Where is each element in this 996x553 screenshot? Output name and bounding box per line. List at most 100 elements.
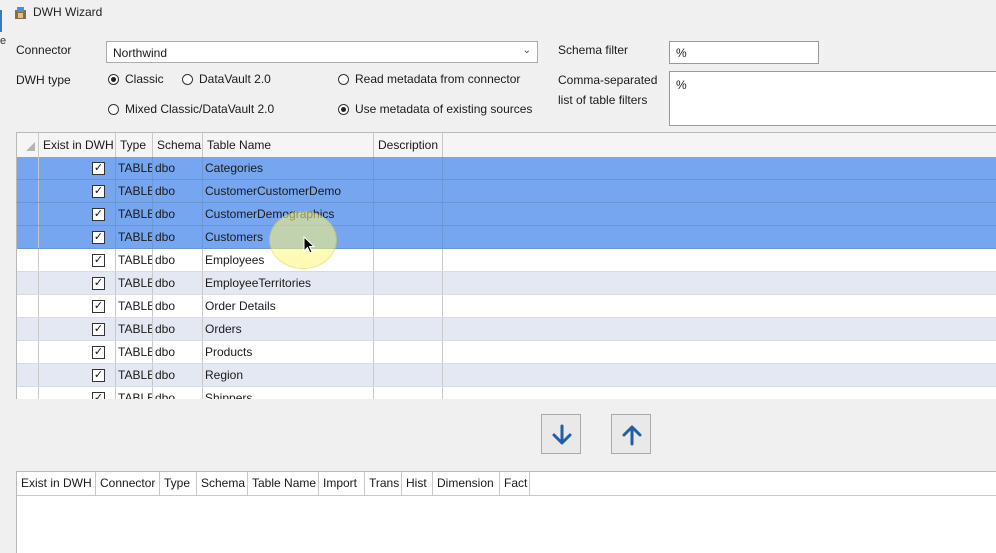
- row-header[interactable]: [17, 272, 39, 295]
- table-row[interactable]: ✓ TABLE dbo CustomerDemographics: [17, 203, 996, 226]
- schema-cell: dbo: [153, 157, 203, 180]
- table-row[interactable]: ✓ TABLE dbo Order Details: [17, 295, 996, 318]
- exist-cell[interactable]: ✓: [39, 387, 116, 399]
- description-cell[interactable]: [374, 249, 443, 272]
- exist-cell[interactable]: ✓: [39, 157, 116, 180]
- description-cell[interactable]: [374, 203, 443, 226]
- radio-read-metadata[interactable]: Read metadata from connector: [338, 72, 520, 86]
- row-header[interactable]: [17, 387, 39, 399]
- description-cell[interactable]: [374, 364, 443, 387]
- row-header[interactable]: [17, 180, 39, 203]
- col-import[interactable]: Import: [319, 472, 365, 495]
- row-header[interactable]: [17, 295, 39, 318]
- checkbox-checked[interactable]: ✓: [92, 162, 105, 175]
- col-type[interactable]: Type: [160, 472, 197, 495]
- table-row[interactable]: ✓ TABLE dbo Categories: [17, 157, 996, 180]
- table-row[interactable]: ✓ TABLE dbo Products: [17, 341, 996, 364]
- col-description[interactable]: Description: [374, 133, 443, 157]
- schema-cell: dbo: [153, 249, 203, 272]
- description-cell[interactable]: [374, 295, 443, 318]
- move-down-button[interactable]: [541, 414, 581, 454]
- dwh-tables-grid[interactable]: Exist in DWH Connector Type Schema Table…: [16, 471, 996, 553]
- exist-cell[interactable]: ✓: [39, 341, 116, 364]
- checkbox-checked[interactable]: ✓: [92, 208, 105, 221]
- col-fact[interactable]: Fact: [500, 472, 530, 495]
- table-filters-input[interactable]: %: [669, 71, 996, 126]
- row-header[interactable]: [17, 157, 39, 180]
- col-trans[interactable]: Trans: [365, 472, 402, 495]
- row-header[interactable]: [17, 341, 39, 364]
- checkbox-checked[interactable]: ✓: [92, 231, 105, 244]
- row-header[interactable]: [17, 364, 39, 387]
- col-dimension[interactable]: Dimension: [433, 472, 500, 495]
- table-row[interactable]: ✓ TABLE dbo Shippers: [17, 387, 996, 399]
- checkbox-checked[interactable]: ✓: [92, 323, 105, 336]
- description-cell[interactable]: [374, 180, 443, 203]
- radio-datavault[interactable]: DataVault 2.0: [182, 72, 271, 86]
- source-tables-grid[interactable]: Exist in DWH Type Schema Table Name Desc…: [16, 132, 996, 399]
- radio-use-metadata[interactable]: Use metadata of existing sources: [338, 102, 532, 116]
- radio-mixed[interactable]: Mixed Classic/DataVault 2.0: [108, 102, 274, 116]
- grid-header: Exist in DWH Type Schema Table Name Desc…: [17, 133, 996, 158]
- exist-cell[interactable]: ✓: [39, 295, 116, 318]
- table-row[interactable]: ✓ TABLE dbo Region: [17, 364, 996, 387]
- row-header[interactable]: [17, 318, 39, 341]
- col-exist-in-dwh[interactable]: Exist in DWH: [39, 133, 116, 157]
- description-cell[interactable]: [374, 157, 443, 180]
- description-cell[interactable]: [374, 341, 443, 364]
- checkbox-checked[interactable]: ✓: [92, 185, 105, 198]
- description-cell[interactable]: [374, 387, 443, 399]
- schema-filter-input[interactable]: %: [669, 41, 819, 64]
- checkbox-checked[interactable]: ✓: [92, 392, 105, 399]
- schema-cell: dbo: [153, 364, 203, 387]
- checkbox-checked[interactable]: ✓: [92, 277, 105, 290]
- table-name-cell: Shippers: [203, 387, 374, 399]
- table-row[interactable]: ✓ TABLE dbo Employees: [17, 249, 996, 272]
- col-type[interactable]: Type: [116, 133, 153, 157]
- type-cell: TABLE: [116, 295, 153, 318]
- col-table-name[interactable]: Table Name: [203, 133, 374, 157]
- col-schema[interactable]: Schema: [153, 133, 203, 157]
- connector-value: Northwind: [113, 46, 168, 60]
- row-header[interactable]: [17, 249, 39, 272]
- exist-cell[interactable]: ✓: [39, 203, 116, 226]
- checkbox-checked[interactable]: ✓: [92, 254, 105, 267]
- radio-datavault-label: DataVault 2.0: [199, 72, 271, 86]
- chevron-down-icon: ⌄: [522, 45, 531, 56]
- description-cell[interactable]: [374, 272, 443, 295]
- table-row[interactable]: ✓ TABLE dbo EmployeeTerritories: [17, 272, 996, 295]
- col-connector[interactable]: Connector: [96, 472, 160, 495]
- exist-cell[interactable]: ✓: [39, 272, 116, 295]
- type-cell: TABLE: [116, 341, 153, 364]
- col-exist-in-dwh[interactable]: Exist in DWH: [17, 472, 96, 495]
- col-schema[interactable]: Schema: [197, 472, 248, 495]
- type-cell: TABLE: [116, 180, 153, 203]
- exist-cell[interactable]: ✓: [39, 318, 116, 341]
- checkbox-checked[interactable]: ✓: [92, 369, 105, 382]
- table-row[interactable]: ✓ TABLE dbo Orders: [17, 318, 996, 341]
- select-all-corner[interactable]: [17, 133, 39, 157]
- description-cell[interactable]: [374, 318, 443, 341]
- exist-cell[interactable]: ✓: [39, 226, 116, 249]
- table-row[interactable]: ✓ TABLE dbo CustomerCustomerDemo: [17, 180, 996, 203]
- row-header[interactable]: [17, 203, 39, 226]
- description-cell[interactable]: [374, 226, 443, 249]
- schema-cell: dbo: [153, 203, 203, 226]
- background-window-text: e: [0, 35, 7, 47]
- checkbox-checked[interactable]: ✓: [92, 346, 105, 359]
- grid-header: Exist in DWH Connector Type Schema Table…: [17, 472, 996, 496]
- table-row[interactable]: ✓ TABLE dbo Customers: [17, 226, 996, 249]
- col-hist[interactable]: Hist: [402, 472, 433, 495]
- type-cell: TABLE: [116, 387, 153, 399]
- title-bar: DWH Wizard: [0, 0, 996, 27]
- radio-classic[interactable]: Classic: [108, 72, 164, 86]
- exist-cell[interactable]: ✓: [39, 364, 116, 387]
- connector-dropdown[interactable]: Northwind ⌄: [106, 41, 538, 63]
- row-header[interactable]: [17, 226, 39, 249]
- checkbox-checked[interactable]: ✓: [92, 300, 105, 313]
- move-up-button[interactable]: [611, 414, 651, 454]
- table-name-cell: Order Details: [203, 295, 374, 318]
- col-table-name[interactable]: Table Name: [248, 472, 319, 495]
- exist-cell[interactable]: ✓: [39, 249, 116, 272]
- exist-cell[interactable]: ✓: [39, 180, 116, 203]
